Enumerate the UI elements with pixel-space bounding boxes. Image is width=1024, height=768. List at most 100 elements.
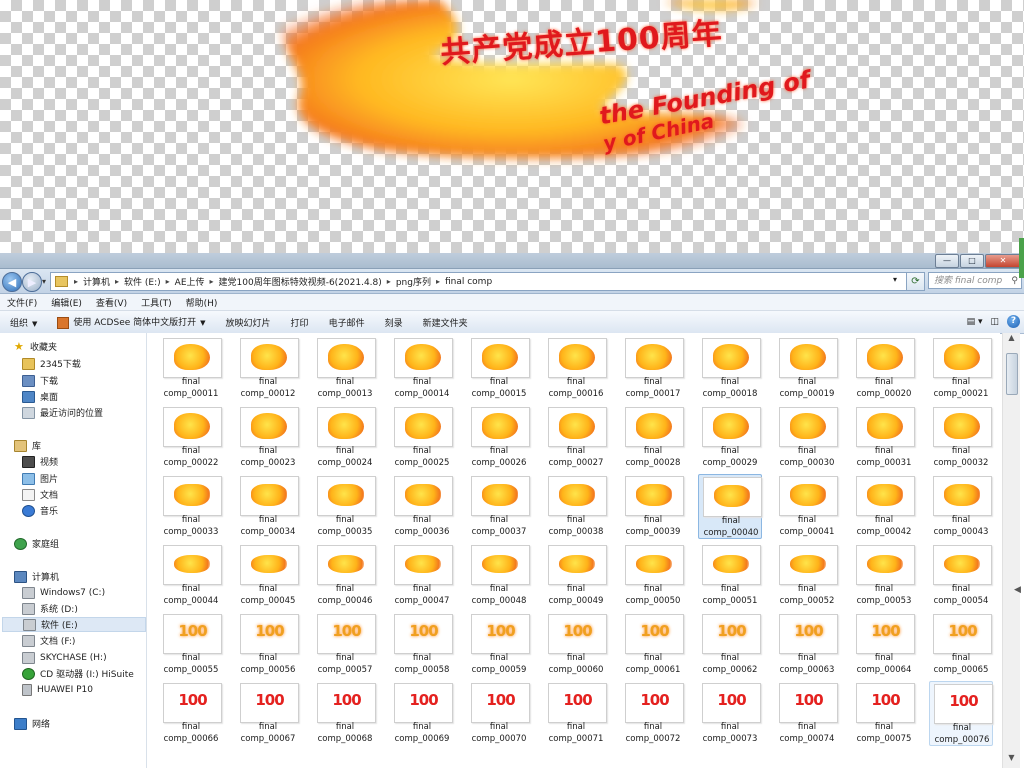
file-item[interactable]: 100 final comp_00072	[621, 681, 685, 746]
file-item[interactable]: 100 final comp_00076	[929, 681, 993, 746]
menu-file[interactable]: 文件(F)	[0, 296, 44, 309]
file-item[interactable]: 100 final comp_00075	[852, 681, 916, 746]
file-item[interactable]: 100 final comp_00070	[467, 681, 531, 746]
breadcrumb-project[interactable]: 建党100周年图标特效视频-6(2021.4.8)	[216, 275, 385, 288]
print-button[interactable]: 打印	[281, 316, 319, 329]
help-icon[interactable]: ?	[1007, 315, 1020, 328]
file-item[interactable]: final comp_00021	[929, 336, 993, 401]
file-item[interactable]: final comp_00040	[698, 474, 762, 539]
nav-homegroup[interactable]: 家庭组	[14, 536, 158, 551]
file-item[interactable]: final comp_00031	[852, 405, 916, 470]
file-item[interactable]: 100 final comp_00060	[544, 612, 608, 677]
file-item[interactable]: 100 final comp_00063	[775, 612, 839, 677]
nav-drive-c[interactable]: Windows7 (C:)	[22, 585, 166, 600]
file-item[interactable]: final comp_00032	[929, 405, 993, 470]
breadcrumb-ae-upload[interactable]: AE上传	[172, 275, 208, 288]
email-button[interactable]: 电子邮件	[319, 316, 375, 329]
file-item[interactable]: final comp_00043	[929, 474, 993, 539]
file-item[interactable]: final comp_00029	[698, 405, 762, 470]
file-item[interactable]: 100 final comp_00071	[544, 681, 608, 746]
maximize-button[interactable]: □	[960, 254, 984, 268]
file-item[interactable]: final comp_00018	[698, 336, 762, 401]
nav-network[interactable]: 网络	[14, 716, 158, 731]
nav-huawei-p10[interactable]: HUAWEI P10	[22, 682, 166, 697]
nav-pictures[interactable]: 图片	[22, 471, 166, 486]
file-item[interactable]: final comp_00012	[236, 336, 300, 401]
file-item[interactable]: final comp_00036	[390, 474, 454, 539]
nav-drive-h[interactable]: SKYCHASE (H:)	[22, 650, 166, 665]
file-item[interactable]: 100 final comp_00073	[698, 681, 762, 746]
file-item[interactable]: final comp_00028	[621, 405, 685, 470]
nav-documents[interactable]: 文档	[22, 487, 166, 502]
file-item[interactable]: final comp_00027	[544, 405, 608, 470]
view-options-icon[interactable]: ▤ ▾	[967, 317, 983, 327]
file-item[interactable]: final comp_00033	[159, 474, 223, 539]
nav-desktop[interactable]: 桌面	[22, 389, 166, 404]
nav-drive-e[interactable]: 软件 (E:)	[2, 617, 146, 632]
file-item[interactable]: 100 final comp_00056	[236, 612, 300, 677]
menu-edit[interactable]: 编辑(E)	[44, 296, 89, 309]
burn-button[interactable]: 刻录	[375, 316, 413, 329]
search-icon[interactable]: ⚲	[1011, 273, 1018, 290]
nav-videos[interactable]: 视频	[22, 454, 166, 469]
file-item[interactable]: final comp_00025	[390, 405, 454, 470]
file-item[interactable]: final comp_00017	[621, 336, 685, 401]
file-item[interactable]: final comp_00047	[390, 543, 454, 608]
file-item[interactable]: final comp_00019	[775, 336, 839, 401]
file-item[interactable]: final comp_00011	[159, 336, 223, 401]
file-item[interactable]: final comp_00023	[236, 405, 300, 470]
preview-pane-icon[interactable]: ◫	[990, 317, 999, 327]
file-item[interactable]: 100 final comp_00062	[698, 612, 762, 677]
new-folder-button[interactable]: 新建文件夹	[413, 316, 478, 329]
scrollbar-thumb[interactable]	[1006, 353, 1018, 395]
search-input[interactable]: 搜索 final comp ⚲	[928, 272, 1022, 289]
breadcrumb-final-comp[interactable]: final comp	[442, 277, 495, 287]
file-item[interactable]: final comp_00053	[852, 543, 916, 608]
file-item[interactable]: final comp_00022	[159, 405, 223, 470]
file-item[interactable]: final comp_00050	[621, 543, 685, 608]
file-item[interactable]: final comp_00046	[313, 543, 377, 608]
file-item[interactable]: final comp_00041	[775, 474, 839, 539]
nav-downloads[interactable]: 下载	[22, 373, 166, 388]
breadcrumb-png-sequence[interactable]: png序列	[393, 275, 434, 288]
file-item[interactable]: 100 final comp_00059	[467, 612, 531, 677]
menu-view[interactable]: 查看(V)	[89, 296, 134, 309]
nav-libraries[interactable]: 库	[14, 438, 158, 453]
nav-recent-places[interactable]: 最近访问的位置	[22, 405, 166, 420]
nav-drive-f[interactable]: 文档 (F:)	[22, 633, 166, 648]
breadcrumb-computer[interactable]: 计算机	[80, 275, 113, 288]
scroll-up-icon[interactable]: ▲	[1003, 333, 1020, 348]
file-item[interactable]: final comp_00034	[236, 474, 300, 539]
file-item[interactable]: final comp_00045	[236, 543, 300, 608]
file-item[interactable]: 100 final comp_00074	[775, 681, 839, 746]
file-item[interactable]: 100 final comp_00068	[313, 681, 377, 746]
file-item[interactable]: final comp_00020	[852, 336, 916, 401]
file-item[interactable]: final comp_00051	[698, 543, 762, 608]
vertical-scrollbar[interactable]: ▲ ▼	[1002, 333, 1020, 768]
file-item[interactable]: final comp_00030	[775, 405, 839, 470]
file-item[interactable]: final comp_00037	[467, 474, 531, 539]
file-item[interactable]: final comp_00026	[467, 405, 531, 470]
breadcrumb-drive[interactable]: 软件 (E:)	[121, 275, 164, 288]
scroll-down-icon[interactable]: ▼	[1003, 753, 1020, 768]
file-item[interactable]: final comp_00035	[313, 474, 377, 539]
close-button[interactable]: ✕	[985, 254, 1021, 268]
file-item[interactable]: 100 final comp_00065	[929, 612, 993, 677]
open-with-button[interactable]: 使用 ACDSee 简体中文版打开 ▼	[47, 315, 215, 329]
refresh-icon[interactable]: ⟳	[906, 272, 925, 291]
file-item[interactable]: 100 final comp_00058	[390, 612, 454, 677]
file-item[interactable]: final comp_00024	[313, 405, 377, 470]
file-item[interactable]: 100 final comp_00061	[621, 612, 685, 677]
file-item[interactable]: final comp_00039	[621, 474, 685, 539]
file-item[interactable]: final comp_00013	[313, 336, 377, 401]
address-bar[interactable]: ▸ 计算机 ▸ 软件 (E:) ▸ AE上传 ▸ 建党100周年图标特效视频-6…	[50, 272, 907, 291]
forward-button[interactable]: ▶	[22, 272, 42, 292]
nav-favorites[interactable]: ★ 收藏夹	[14, 339, 158, 354]
menu-help[interactable]: 帮助(H)	[179, 296, 225, 309]
file-item[interactable]: final comp_00048	[467, 543, 531, 608]
file-item[interactable]: final comp_00014	[390, 336, 454, 401]
file-item[interactable]: final comp_00052	[775, 543, 839, 608]
file-item[interactable]: final comp_00038	[544, 474, 608, 539]
address-dropdown-icon[interactable]: ▾	[893, 275, 897, 284]
file-item[interactable]: 100 final comp_00064	[852, 612, 916, 677]
